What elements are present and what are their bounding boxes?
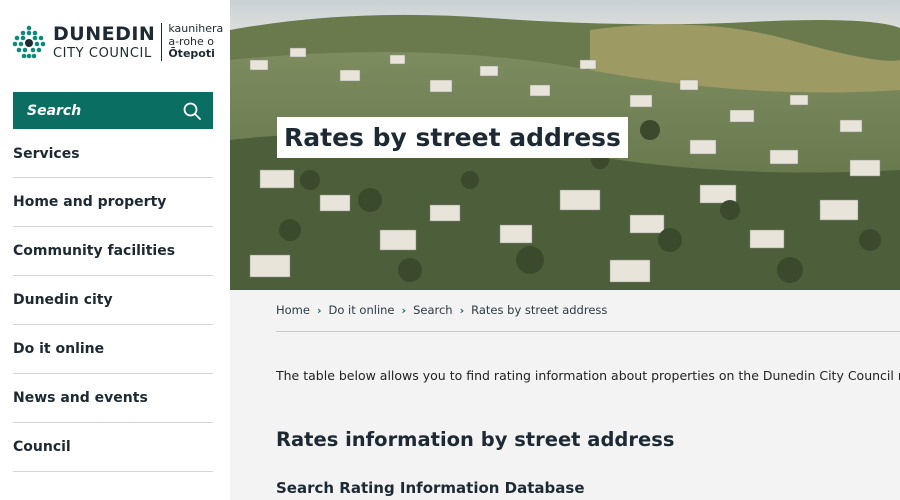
dcc-logo[interactable]: DUNEDIN CITY COUNCIL kaunihera a-rohe o … <box>12 22 223 62</box>
subsection-heading: Search Rating Information Database <box>276 479 585 497</box>
nav-item-services[interactable]: Services <box>13 130 213 178</box>
page-title: Rates by street address <box>277 117 628 158</box>
hero-banner: Rates by street address <box>230 0 900 290</box>
breadcrumb-do-it-online[interactable]: Do it online <box>329 303 395 317</box>
main-content: Home › Do it online › Search › Rates by … <box>230 290 900 500</box>
nav-item-news-and-events[interactable]: News and events <box>13 374 213 423</box>
search-icon <box>183 102 201 120</box>
intro-text: The table below allows you to find ratin… <box>276 368 900 383</box>
main-nav: Services Home and property Community fac… <box>13 130 213 472</box>
section-heading: Rates information by street address <box>276 428 675 451</box>
nav-item-home-and-property[interactable]: Home and property <box>13 178 213 227</box>
search-button[interactable]: Search <box>13 92 213 129</box>
chevron-right-icon: › <box>316 303 322 317</box>
brand-maori-name: kaunihera a-rohe o Ōtepoti <box>168 22 224 61</box>
brand-subname: CITY COUNCIL <box>53 45 152 61</box>
chevron-right-icon: › <box>459 303 465 317</box>
breadcrumb-search[interactable]: Search <box>413 303 453 317</box>
logo-divider <box>161 23 163 61</box>
breadcrumb-home[interactable]: Home <box>276 303 310 317</box>
breadcrumb: Home › Do it online › Search › Rates by … <box>276 303 607 317</box>
brand-name: DUNEDIN <box>53 22 156 45</box>
nav-item-community-facilities[interactable]: Community facilities <box>13 227 213 276</box>
nav-item-do-it-online[interactable]: Do it online <box>13 325 213 374</box>
search-label: Search <box>27 102 82 119</box>
sidebar: DUNEDIN CITY COUNCIL kaunihera a-rohe o … <box>0 0 230 500</box>
divider <box>276 331 900 332</box>
chevron-right-icon: › <box>401 303 407 317</box>
nav-item-dunedin-city[interactable]: Dunedin city <box>13 276 213 325</box>
breadcrumb-current: Rates by street address <box>471 303 608 317</box>
council-emblem-icon <box>12 25 46 59</box>
nav-item-council[interactable]: Council <box>13 423 213 472</box>
